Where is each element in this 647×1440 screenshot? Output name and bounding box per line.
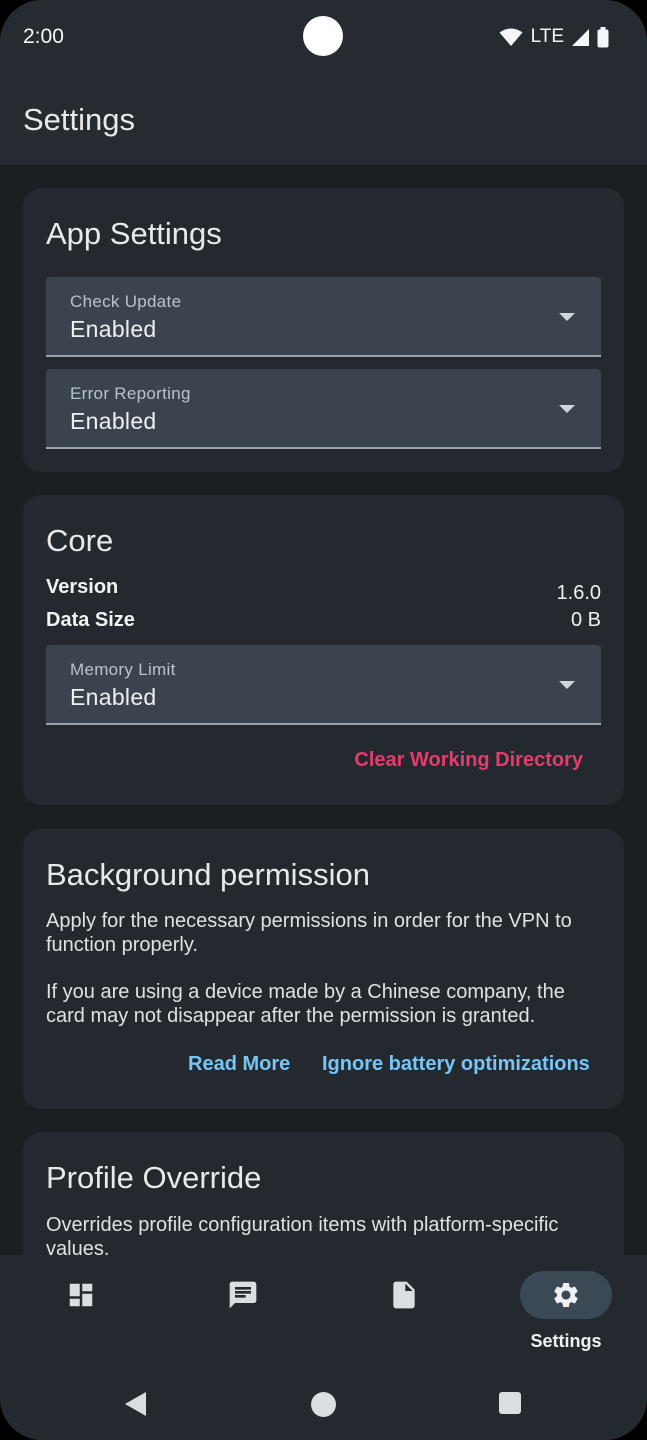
page-title: Settings <box>23 102 136 137</box>
app-settings-card: App Settings Check Update Enabled Error … <box>23 188 624 472</box>
check-update-label: Check Update <box>70 292 182 311</box>
dashboard-icon <box>69 1283 93 1307</box>
battery-icon <box>597 26 609 47</box>
nav-settings-label[interactable]: Settings <box>508 1331 624 1352</box>
profile-override-card[interactable]: Profile Override Overrides profile confi… <box>23 1132 624 1255</box>
app-settings-title: App Settings <box>46 216 222 251</box>
check-update-value: Enabled <box>70 316 157 342</box>
nav-settings[interactable] <box>520 1271 612 1319</box>
back-button[interactable] <box>124 1391 148 1417</box>
ignore-battery-optimizations-button[interactable]: Ignore battery optimizations <box>322 1053 590 1076</box>
core-card: Core Version 1.6.0 Data Size 0 B Memory … <box>23 495 624 805</box>
error-reporting-label: Error Reporting <box>70 384 191 403</box>
system-navigation-bar <box>0 1365 647 1440</box>
home-circle-icon <box>311 1392 336 1417</box>
nav-profiles[interactable] <box>358 1271 450 1319</box>
data-size-label: Data Size <box>46 609 135 631</box>
home-button[interactable] <box>310 1391 337 1418</box>
clear-working-directory-button[interactable]: Clear Working Directory <box>354 749 583 772</box>
back-triangle-icon <box>125 1392 146 1416</box>
phone-screen: 2:00 LTE Settings App Settings Check Upd… <box>0 0 647 1440</box>
read-more-button[interactable]: Read More <box>188 1053 290 1076</box>
message-icon <box>229 1281 257 1309</box>
chevron-down-icon <box>559 313 575 321</box>
document-icon <box>393 1281 415 1309</box>
chevron-down-icon <box>559 405 575 413</box>
recents-button[interactable] <box>498 1391 522 1415</box>
top-app-bar: Settings <box>0 76 647 165</box>
status-bar: 2:00 LTE <box>0 0 647 76</box>
memory-limit-select[interactable]: Memory Limit Enabled <box>46 645 601 725</box>
check-update-select[interactable]: Check Update Enabled <box>46 277 601 357</box>
camera-cutout <box>303 16 343 56</box>
background-permission-card: Background permission Apply for the nece… <box>23 829 624 1109</box>
wifi-icon <box>499 28 523 46</box>
profile-override-description: Overrides profile configuration items wi… <box>46 1214 559 1255</box>
signal-icon <box>572 28 589 46</box>
profile-override-title: Profile Override <box>46 1160 262 1195</box>
background-permission-description: Apply for the necessary permissions in o… <box>46 910 572 956</box>
nav-logs[interactable] <box>197 1271 289 1319</box>
settings-scroll-content[interactable]: App Settings Check Update Enabled Error … <box>0 165 647 1255</box>
data-size-value: 0 B <box>570 609 601 631</box>
error-reporting-value: Enabled <box>70 408 157 434</box>
version-label: Version <box>46 576 119 598</box>
memory-limit-value: Enabled <box>70 684 157 710</box>
status-icons: LTE <box>499 24 609 50</box>
nav-dashboard[interactable] <box>35 1271 127 1319</box>
bottom-navigation: Settings <box>0 1255 647 1365</box>
background-permission-title: Background permission <box>46 857 370 892</box>
status-time: 2:00 <box>23 25 64 48</box>
network-type-label: LTE <box>530 26 564 47</box>
core-title: Core <box>46 523 114 558</box>
chevron-down-icon <box>559 681 575 689</box>
gear-icon <box>554 1283 578 1307</box>
recents-square-icon <box>499 1392 521 1414</box>
error-reporting-select[interactable]: Error Reporting Enabled <box>46 369 601 449</box>
version-value: 1.6.0 <box>556 582 601 604</box>
memory-limit-label: Memory Limit <box>70 660 176 679</box>
background-permission-note: If you are using a device made by a Chin… <box>46 981 565 1027</box>
